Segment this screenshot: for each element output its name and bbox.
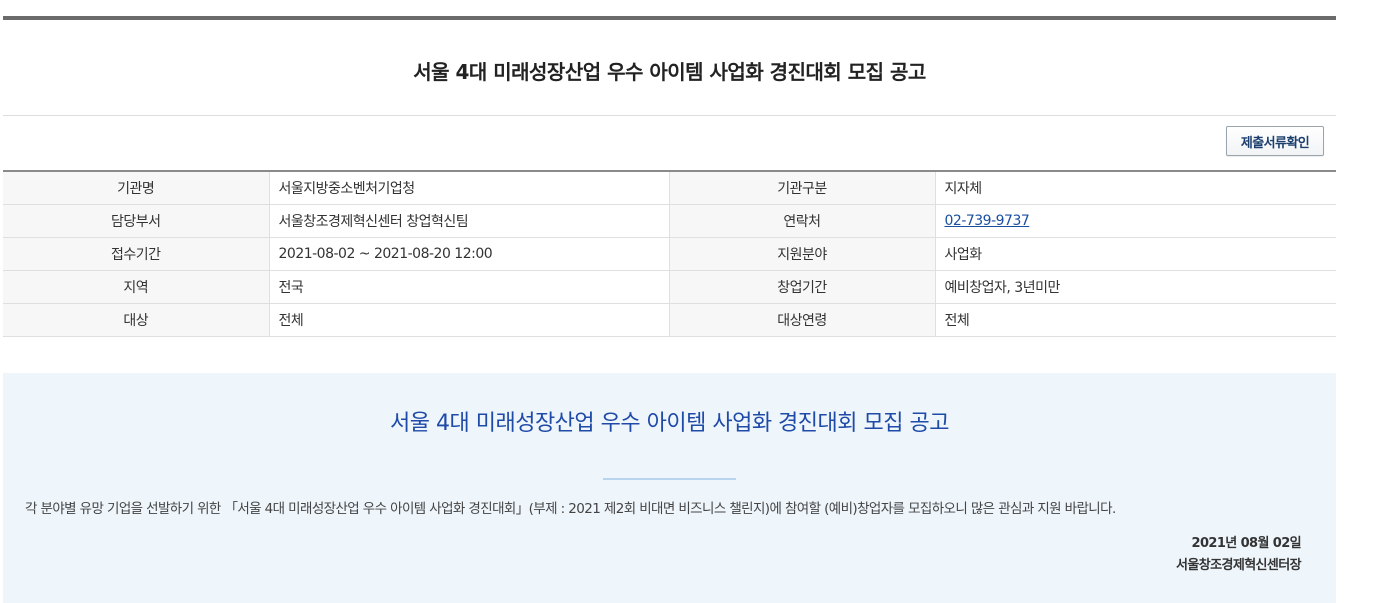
label-contact: 연락처 (669, 204, 936, 238)
value-startup-period: 예비창업자, 3년미만 (935, 270, 1336, 304)
table-row: 기관명 서울지방중소벤처기업청 기관구분 지자체 (3, 171, 1336, 205)
notice-body: 각 분야별 유망 기업을 선발하기 위한 「서울 4대 미래성장산업 우수 아이… (25, 501, 1116, 517)
table-row: 지역 전국 창업기간 예비창업자, 3년미만 (3, 270, 1336, 304)
check-documents-button[interactable]: 제출서류확인 (1226, 126, 1324, 156)
notice-box: 서울 4대 미래성장산업 우수 아이템 사업화 경진대회 모집 공고 각 분야별… (3, 373, 1336, 603)
label-startup-period: 창업기간 (669, 270, 936, 304)
value-contact: 02-739-9737 (935, 204, 1336, 238)
contact-phone-link[interactable]: 02-739-9737 (945, 213, 1030, 229)
value-application-period: 2021-08-02 ~ 2021-08-20 12:00 (269, 237, 670, 271)
top-divider (3, 16, 1336, 20)
notice-signatory: 서울창조경제혁신센터장 (1176, 558, 1302, 573)
notice-divider (603, 478, 736, 480)
label-application-period: 접수기간 (3, 237, 270, 271)
value-agency-name: 서울지방중소벤처기업청 (269, 171, 670, 205)
label-support-field: 지원분야 (669, 237, 936, 271)
label-target: 대상 (3, 303, 270, 337)
notice-title: 서울 4대 미래성장산업 우수 아이템 사업화 경진대회 모집 공고 (390, 411, 949, 436)
value-agency-type: 지자체 (935, 171, 1336, 205)
label-agency-name: 기관명 (3, 171, 270, 205)
label-region: 지역 (3, 270, 270, 304)
notice-date: 2021년 08월 02일 (1191, 536, 1302, 551)
title-divider (3, 115, 1336, 116)
value-target-age: 전체 (935, 303, 1336, 337)
page: 서울 4대 미래성장산업 우수 아이템 사업화 경진대회 모집 공고 제출서류확… (0, 0, 1389, 603)
info-table: 기관명 서울지방중소벤처기업청 기관구분 지자체 담당부서 서울창조경제혁신센터… (3, 170, 1336, 337)
label-department: 담당부서 (3, 204, 270, 238)
value-region: 전국 (269, 270, 670, 304)
page-title: 서울 4대 미래성장산업 우수 아이템 사업화 경진대회 모집 공고 (413, 60, 926, 84)
label-agency-type: 기관구분 (669, 171, 936, 205)
label-target-age: 대상연령 (669, 303, 936, 337)
table-row: 담당부서 서울창조경제혁신센터 창업혁신팀 연락처 02-739-9737 (3, 204, 1336, 238)
table-row: 접수기간 2021-08-02 ~ 2021-08-20 12:00 지원분야 … (3, 237, 1336, 271)
value-target: 전체 (269, 303, 670, 337)
value-support-field: 사업화 (935, 237, 1336, 271)
table-row: 대상 전체 대상연령 전체 (3, 303, 1336, 337)
value-department: 서울창조경제혁신센터 창업혁신팀 (269, 204, 670, 238)
